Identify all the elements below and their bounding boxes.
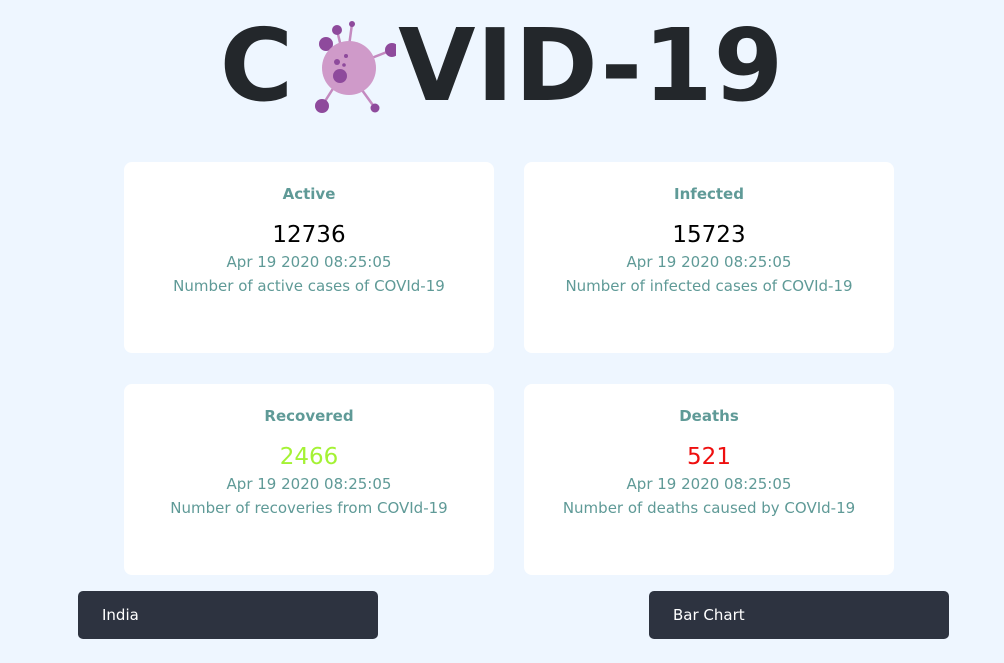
recovered-title: Recovered xyxy=(264,407,354,425)
recovered-card: Recovered 2466 Apr 19 2020 08:25:05 Numb… xyxy=(124,384,494,575)
recovered-count: 2466 xyxy=(279,444,339,470)
deaths-card: Deaths 521 Apr 19 2020 08:25:05 Number o… xyxy=(524,384,894,575)
title-right: VID-19 xyxy=(398,7,785,124)
active-card: Active 12736 Apr 19 2020 08:25:05 Number… xyxy=(124,162,494,353)
title-left: C xyxy=(219,7,295,124)
recovered-date: Apr 19 2020 08:25:05 xyxy=(226,475,392,493)
infected-count: 15723 xyxy=(672,222,746,248)
active-date: Apr 19 2020 08:25:05 xyxy=(226,253,392,271)
active-description: Number of active cases of COVId-19 xyxy=(173,277,445,295)
deaths-title: Deaths xyxy=(679,407,739,425)
active-count: 12736 xyxy=(272,222,346,248)
infected-title: Infected xyxy=(674,185,744,203)
infected-date: Apr 19 2020 08:25:05 xyxy=(626,253,792,271)
infected-card: Infected 15723 Apr 19 2020 08:25:05 Numb… xyxy=(524,162,894,353)
infected-description: Number of infected cases of COVId-19 xyxy=(565,277,853,295)
virus-icon xyxy=(315,21,397,113)
chart-type-select[interactable]: Bar Chart xyxy=(649,591,949,639)
page-title: C VID-19 xyxy=(0,12,1004,120)
country-select[interactable]: India xyxy=(78,591,378,639)
active-title: Active xyxy=(282,185,336,203)
recovered-description: Number of recoveries from COVId-19 xyxy=(170,499,448,517)
deaths-count: 521 xyxy=(687,444,731,470)
deaths-description: Number of deaths caused by COVId-19 xyxy=(562,499,856,517)
deaths-date: Apr 19 2020 08:25:05 xyxy=(626,475,792,493)
